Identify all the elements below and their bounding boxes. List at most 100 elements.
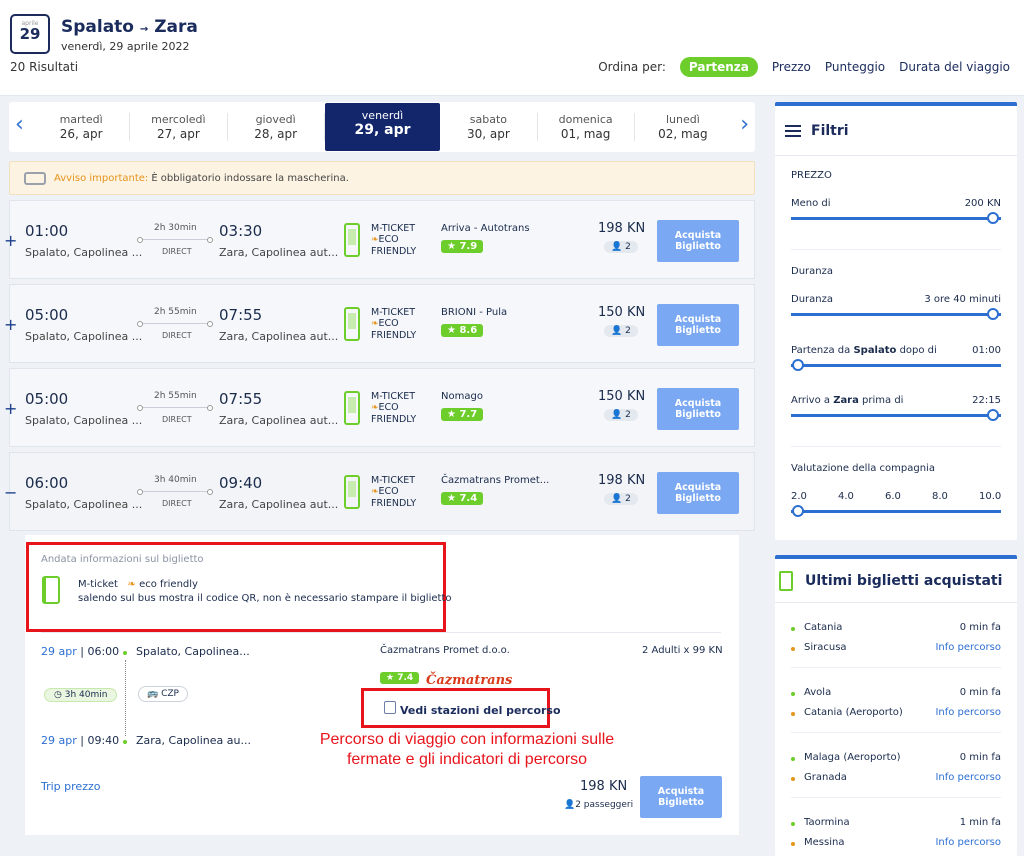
route-from: Spalato bbox=[61, 17, 134, 37]
mobile-ticket-icon bbox=[344, 223, 360, 257]
arrival-station: Zara, Capolinea aut... bbox=[219, 414, 339, 427]
recent-tickets-header: Ultimi biglietti acquistati bbox=[775, 559, 1017, 603]
expand-toggle[interactable]: + bbox=[4, 399, 17, 418]
arrival-station: Zara, Capolinea aut... bbox=[219, 498, 339, 511]
duration-slider-track[interactable] bbox=[791, 313, 1001, 316]
date-tab[interactable]: lunedì 02, mag bbox=[635, 113, 731, 141]
departure-slider-track[interactable] bbox=[791, 364, 1001, 367]
expand-toggle[interactable]: + bbox=[4, 231, 17, 250]
route-info-link[interactable]: Info percorso bbox=[935, 642, 1001, 653]
passenger-count-value: 2 bbox=[625, 242, 631, 252]
friendly-text: FRIENDLY bbox=[371, 414, 417, 425]
departure-label-part: dopo di bbox=[896, 345, 937, 356]
date-tab[interactable]: domenica 01, mag bbox=[538, 113, 635, 141]
trip-price: 150 KN bbox=[598, 305, 646, 320]
results-column: ‹ martedì 26, apr mercoledì 27, apr gioved… bbox=[4, 102, 755, 531]
date-tab[interactable]: sabato 30, apr bbox=[440, 113, 538, 141]
warning-banner: Avviso importante: È obbligatorio indoss… bbox=[9, 161, 755, 195]
route-info-link[interactable]: Info percorso bbox=[935, 772, 1001, 783]
arrival-time: 09:40 bbox=[87, 734, 120, 747]
price-label: Meno di bbox=[791, 198, 831, 209]
rating-tick: 4.0 bbox=[838, 491, 854, 502]
day-date: 02, mag bbox=[658, 127, 708, 141]
eco-text: ECO bbox=[378, 318, 399, 329]
route-info-link[interactable]: Info percorso bbox=[935, 707, 1001, 718]
destination-dot bbox=[791, 777, 795, 781]
buy-ticket-button[interactable]: Acquista Biglietto bbox=[657, 220, 739, 262]
date-tab[interactable]: giovedì 28, apr bbox=[228, 113, 325, 141]
divider bbox=[41, 632, 721, 633]
mticket-text: M-TICKET bbox=[371, 307, 416, 318]
departure-date: 29 apr bbox=[41, 645, 77, 658]
company-name[interactable]: Nomago bbox=[441, 391, 483, 402]
leaf-icon: ❧ bbox=[371, 235, 379, 245]
sort-option-price[interactable]: Prezzo bbox=[772, 60, 811, 74]
view-stations-link[interactable]: Vedi stazioni del percorso bbox=[384, 701, 565, 717]
destination-city: Granada bbox=[804, 772, 847, 783]
date-tab[interactable]: mercoledì 27, apr bbox=[130, 113, 228, 141]
warning-label: Avviso importante: bbox=[54, 172, 149, 184]
day-date: 26, apr bbox=[59, 127, 103, 141]
buy-ticket-button[interactable]: Acquista Biglietto bbox=[657, 472, 739, 514]
day-name: venerdì bbox=[361, 109, 404, 122]
arrival-date: 29 apr bbox=[41, 734, 77, 747]
route-info-link[interactable]: Info percorso bbox=[935, 837, 1001, 848]
duration-slider-handle[interactable] bbox=[987, 308, 999, 320]
mask-icon bbox=[24, 171, 46, 185]
trip-row: − 06:00 Spalato, Capolinea ... 3h 40min … bbox=[4, 452, 755, 531]
origin-dot bbox=[791, 692, 795, 696]
rating-slider-handle[interactable] bbox=[792, 505, 804, 517]
departure-dot bbox=[123, 651, 127, 655]
sort-option-score[interactable]: Punteggio bbox=[825, 60, 885, 74]
sort-option-departure[interactable]: Partenza bbox=[679, 57, 758, 77]
time-ago: 0 min fa bbox=[959, 622, 1001, 633]
sort-option-duration[interactable]: Durata del viaggio bbox=[899, 60, 1010, 74]
company-name[interactable]: Čazmatrans Promet... bbox=[441, 475, 549, 486]
direct-label: DIRECT bbox=[162, 499, 192, 508]
buy-ticket-button[interactable]: Acquista Biglietto bbox=[640, 776, 722, 818]
buy-ticket-button[interactable]: Acquista Biglietto bbox=[657, 388, 739, 430]
expand-toggle[interactable]: + bbox=[4, 315, 17, 334]
arrival-slider-handle[interactable] bbox=[987, 409, 999, 421]
friendly-text: FRIENDLY bbox=[371, 330, 417, 341]
mticket-text: M-ticket bbox=[78, 579, 118, 590]
date-tab[interactable]: martedì 26, apr bbox=[33, 113, 131, 141]
divider bbox=[791, 797, 1001, 798]
eco-text: ECO bbox=[378, 486, 399, 497]
destination-dot bbox=[791, 712, 795, 716]
time-ago: 0 min fa bbox=[959, 752, 1001, 763]
day-date: 30, apr bbox=[466, 127, 510, 141]
filters-header: Filtri bbox=[775, 106, 1017, 156]
filters-title: Filtri bbox=[811, 122, 849, 139]
company-name[interactable]: BRIONI - Pula bbox=[441, 307, 507, 318]
buy-ticket-button[interactable]: Acquista Biglietto bbox=[657, 304, 739, 346]
arrival-city: Zara bbox=[833, 395, 859, 406]
departure-filter-value: 01:00 bbox=[972, 345, 1001, 356]
price-slider-handle[interactable] bbox=[987, 212, 999, 224]
arrival-slider-track[interactable] bbox=[791, 414, 1001, 417]
price-slider-track[interactable] bbox=[791, 217, 1001, 220]
sort-label: Ordina per: bbox=[598, 60, 666, 74]
rating-tick: 10.0 bbox=[979, 491, 1002, 502]
adults-price: 2 Adulti x 99 KN bbox=[642, 645, 723, 656]
annotation-text: Percorso di viaggio con informazioni sul… bbox=[319, 731, 615, 768]
origin-city: Catania bbox=[804, 622, 843, 633]
route-arrow-icon: → bbox=[139, 24, 149, 35]
date-tab-selected[interactable]: venerdì 29, apr bbox=[324, 103, 441, 151]
trip-price: 198 KN bbox=[598, 221, 646, 236]
prev-date-arrow-icon[interactable]: ‹ bbox=[15, 114, 24, 136]
departure-slider-handle[interactable] bbox=[792, 359, 804, 371]
company-logo: Čazmatrans bbox=[426, 673, 513, 688]
trip-duration: 3h 40min bbox=[154, 475, 197, 485]
person-icon: 👤 bbox=[611, 242, 623, 252]
ticket-icon bbox=[779, 571, 793, 591]
next-date-arrow-icon[interactable]: › bbox=[740, 114, 749, 136]
expand-toggle[interactable]: − bbox=[4, 483, 17, 502]
duration-label: Duranza bbox=[791, 294, 833, 305]
company-name[interactable]: Arriva - Autotrans bbox=[441, 223, 530, 234]
mticket-text: M-TICKET bbox=[371, 391, 416, 402]
filters-panel: Filtri PREZZO Meno di 200 KN Duranza Dur… bbox=[775, 102, 1017, 540]
divider bbox=[791, 446, 1001, 447]
total-price: 198 KN bbox=[580, 779, 628, 794]
rating-slider-track[interactable] bbox=[791, 510, 1001, 513]
